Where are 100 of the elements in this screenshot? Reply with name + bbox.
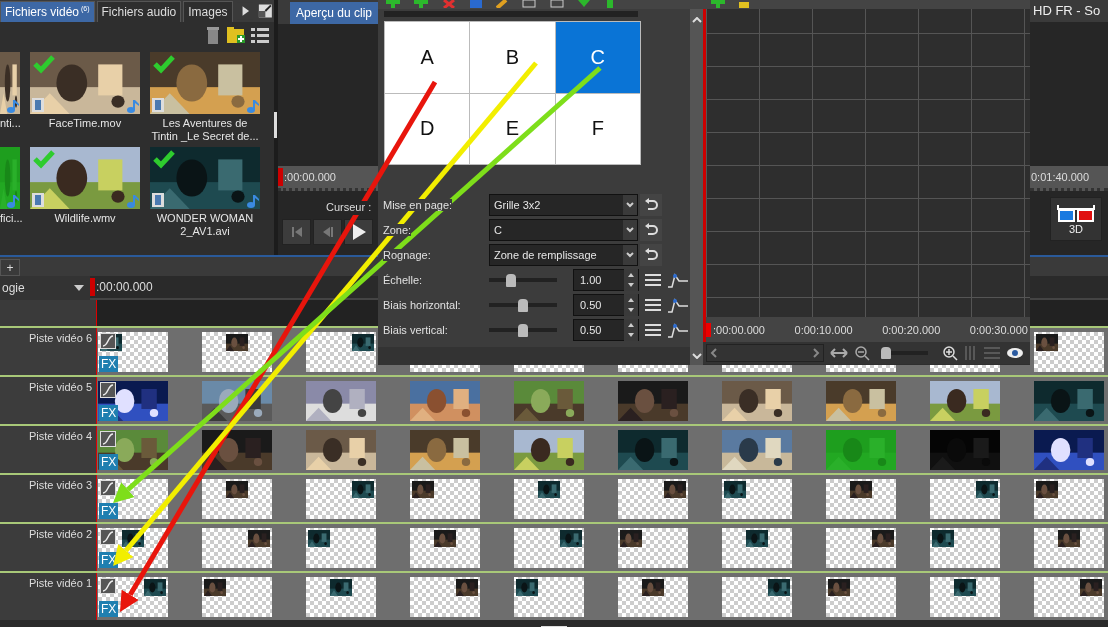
- transparent-clip[interactable]: [514, 479, 584, 519]
- number-field[interactable]: 0.50: [573, 319, 639, 341]
- fx-badge[interactable]: FX: [99, 356, 119, 372]
- step-back-button[interactable]: [313, 219, 342, 245]
- transparent-clip[interactable]: [722, 528, 792, 568]
- fx-badge[interactable]: FX: [99, 503, 119, 519]
- plus-icon[interactable]: [386, 0, 400, 8]
- slider-thumb[interactable]: [518, 324, 528, 337]
- eye-icon[interactable]: [1006, 346, 1024, 360]
- zoom-in-icon[interactable]: [942, 345, 958, 361]
- transparent-clip[interactable]: [306, 479, 376, 519]
- tab[interactable]: Fichiers vidéo $^{(6)}$: [0, 1, 95, 22]
- transparent-clip[interactable]: [826, 528, 896, 568]
- scrollbar[interactable]: [274, 112, 277, 138]
- file-name[interactable]: FaceTime.mov: [30, 114, 140, 145]
- curve-icon[interactable]: [667, 272, 689, 288]
- dropdown[interactable]: ogie: [0, 276, 90, 300]
- transparent-clip[interactable]: [618, 577, 688, 617]
- number-field[interactable]: 0.50: [573, 294, 639, 316]
- transparent-clip[interactable]: [306, 528, 376, 568]
- fx-badge[interactable]: FX: [99, 454, 119, 470]
- file-name[interactable]: Wildlife.wmv: [30, 209, 140, 240]
- tab[interactable]: Images: [183, 1, 233, 22]
- transition-icon[interactable]: [100, 480, 116, 496]
- transparent-clip[interactable]: [410, 479, 480, 519]
- transparent-clip[interactable]: [722, 577, 792, 617]
- folder-add-icon[interactable]: [226, 25, 246, 45]
- transparent-clip[interactable]: [1034, 528, 1104, 568]
- slider-thumb[interactable]: [506, 274, 517, 287]
- list-icon[interactable]: [250, 25, 270, 45]
- slider-thumb[interactable]: [518, 299, 528, 312]
- reset-button[interactable]: [640, 244, 662, 266]
- number-field[interactable]: 1.00: [573, 269, 639, 291]
- plus-icon[interactable]: [711, 0, 725, 8]
- transparent-clip[interactable]: [826, 479, 896, 519]
- menu-icon[interactable]: [645, 323, 661, 337]
- transition-icon[interactable]: [100, 382, 116, 398]
- music-note-icon: [7, 99, 19, 113]
- caret-up-icon: [691, 17, 702, 23]
- transparent-clip[interactable]: [618, 479, 688, 519]
- plus-icon[interactable]: [414, 0, 428, 8]
- transparent-clip[interactable]: [722, 479, 792, 519]
- skip-start-button[interactable]: [282, 219, 311, 245]
- transparent-clip[interactable]: [1034, 479, 1104, 519]
- slider-thumb[interactable]: [881, 347, 892, 359]
- reset-button[interactable]: [640, 194, 662, 216]
- transparent-clip[interactable]: [202, 528, 272, 568]
- zoom-out-icon[interactable]: [854, 345, 870, 361]
- dropdown[interactable]: Grille 3x2: [489, 194, 638, 216]
- transparent-clip[interactable]: [410, 528, 480, 568]
- transparent-clip[interactable]: [826, 577, 896, 617]
- grid-cell[interactable]: C: [555, 22, 640, 93]
- transparent-clip[interactable]: [410, 577, 480, 617]
- scrollbar[interactable]: [706, 344, 824, 362]
- scrollbar[interactable]: [690, 9, 703, 365]
- tab[interactable]: Aperçu du clip: [290, 2, 379, 24]
- transparent-clip[interactable]: [202, 577, 272, 617]
- transparent-clip[interactable]: [202, 332, 272, 372]
- frame-icon[interactable]: [550, 0, 564, 8]
- reset-button[interactable]: [640, 219, 662, 241]
- transparent-clip[interactable]: [930, 528, 1000, 568]
- transparent-clip[interactable]: [1034, 577, 1104, 617]
- tab[interactable]: Fichiers audio: [96, 1, 182, 22]
- 3d-button[interactable]: 3D: [1050, 197, 1102, 241]
- transparent-clip[interactable]: [306, 577, 376, 617]
- transparent-clip[interactable]: FX: [98, 332, 168, 372]
- menu-icon[interactable]: [645, 273, 661, 287]
- trash-icon[interactable]: [204, 25, 222, 45]
- curve-icon[interactable]: [667, 322, 689, 338]
- transparent-clip[interactable]: [202, 479, 272, 519]
- dropdown[interactable]: Zone de remplissage: [489, 244, 638, 266]
- transition-icon[interactable]: [100, 529, 116, 545]
- fx-badge[interactable]: FX: [99, 601, 119, 617]
- add-tab-button[interactable]: +: [0, 259, 20, 276]
- transparent-clip[interactable]: [930, 577, 1000, 617]
- transparent-clip[interactable]: [1034, 332, 1104, 372]
- horizontal-scrollbar[interactable]: [0, 620, 1108, 627]
- transparent-clip[interactable]: [618, 528, 688, 568]
- spin-arrows-icon[interactable]: [624, 269, 638, 291]
- dropdown[interactable]: C: [489, 219, 638, 241]
- frame-icon[interactable]: [522, 0, 536, 8]
- file-name[interactable]: nti...: [0, 114, 20, 145]
- timecode: :00:00.000: [713, 323, 765, 336]
- dropdown-value: ogie: [2, 281, 25, 295]
- transparent-clip[interactable]: [514, 577, 584, 617]
- fx-badge[interactable]: FX: [99, 405, 119, 421]
- music-note-icon: [127, 194, 139, 208]
- file-name[interactable]: Les Aventures de Tintin _Le Secret de...: [150, 114, 260, 145]
- transparent-clip[interactable]: [306, 332, 376, 372]
- transition-icon[interactable]: [100, 578, 116, 594]
- caret-down-icon: [623, 245, 637, 265]
- menu-icon[interactable]: [645, 298, 661, 312]
- window-icon[interactable]: [257, 2, 274, 20]
- file-name[interactable]: fici...: [0, 209, 20, 240]
- transition-icon[interactable]: [100, 431, 116, 447]
- curve-icon[interactable]: [667, 297, 689, 313]
- transition-icon[interactable]: [100, 333, 116, 349]
- transparent-clip[interactable]: [930, 479, 1000, 519]
- file-name[interactable]: WONDER WOMAN 2_AV1.avi: [150, 209, 260, 240]
- transparent-clip[interactable]: [514, 528, 584, 568]
